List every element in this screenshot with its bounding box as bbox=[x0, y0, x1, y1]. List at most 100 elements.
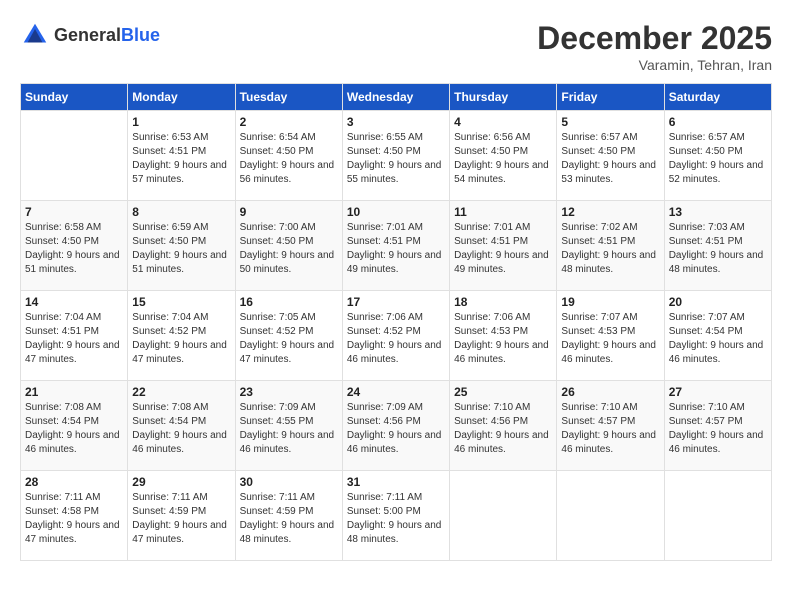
day-number: 10 bbox=[347, 205, 445, 219]
calendar-week-row: 14Sunrise: 7:04 AMSunset: 4:51 PMDayligh… bbox=[21, 291, 772, 381]
day-info: Sunrise: 6:55 AMSunset: 4:50 PMDaylight:… bbox=[347, 131, 445, 187]
calendar-day-cell bbox=[557, 471, 664, 561]
calendar-day-cell: 9 Sunrise: 7:00 AMSunset: 4:50 PMDaylight… bbox=[235, 201, 342, 291]
day-info: Sunrise: 7:08 AMSunset: 4:54 PMDaylight:… bbox=[132, 401, 230, 457]
day-number: 21 bbox=[25, 385, 123, 399]
day-info: Sunrise: 7:11 AMSunset: 4:58 PMDaylight:… bbox=[25, 491, 123, 547]
weekday-header: Wednesday bbox=[342, 84, 449, 111]
calendar-day-cell bbox=[21, 111, 128, 201]
calendar-header: SundayMondayTuesdayWednesdayThursdayFrid… bbox=[21, 84, 772, 111]
calendar-day-cell: 22Sunrise: 7:08 AMSunset: 4:54 PMDayligh… bbox=[128, 381, 235, 471]
day-info: Sunrise: 6:53 AMSunset: 4:51 PMDaylight:… bbox=[132, 131, 230, 187]
calendar-day-cell: 25 Sunrise: 7:10 AMSunset: 4:56 PMDayligh… bbox=[450, 381, 557, 471]
month-title: December 2025 bbox=[537, 20, 772, 57]
day-info: Sunrise: 7:10 AMSunset: 4:57 PMDaylight:… bbox=[561, 401, 659, 457]
title-section: December 2025 Varamin, Tehran, Iran bbox=[537, 20, 772, 73]
day-number: 26 bbox=[561, 385, 659, 399]
calendar-week-row: 1Sunrise: 6:53 AMSunset: 4:51 PMDaylight… bbox=[21, 111, 772, 201]
day-info: Sunrise: 7:11 AMSunset: 4:59 PMDaylight:… bbox=[132, 491, 230, 547]
calendar-week-row: 28 Sunrise: 7:11 AMSunset: 4:58 PMDayligh… bbox=[21, 471, 772, 561]
day-number: 11 bbox=[454, 205, 552, 219]
calendar-day-cell: 30 Sunrise: 7:11 AMSunset: 4:59 PMDayligh… bbox=[235, 471, 342, 561]
day-number: 16 bbox=[240, 295, 338, 309]
calendar-day-cell: 10 Sunrise: 7:01 AMSunset: 4:51 PMDayligh… bbox=[342, 201, 449, 291]
day-info: Sunrise: 7:08 AMSunset: 4:54 PMDaylight:… bbox=[25, 401, 123, 457]
weekday-header: Thursday bbox=[450, 84, 557, 111]
day-info: Sunrise: 6:57 AMSunset: 4:50 PMDaylight:… bbox=[561, 131, 659, 187]
logo-blue-text: Blue bbox=[121, 25, 160, 45]
day-info: Sunrise: 7:10 AMSunset: 4:57 PMDaylight:… bbox=[669, 401, 767, 457]
calendar-table: SundayMondayTuesdayWednesdayThursdayFrid… bbox=[20, 83, 772, 561]
day-info: Sunrise: 7:10 AMSunset: 4:56 PMDaylight:… bbox=[454, 401, 552, 457]
calendar-day-cell: 17 Sunrise: 7:06 AMSunset: 4:52 PMDayligh… bbox=[342, 291, 449, 381]
calendar-day-cell: 18Sunrise: 7:06 AMSunset: 4:53 PMDayligh… bbox=[450, 291, 557, 381]
calendar-day-cell: 11Sunrise: 7:01 AMSunset: 4:51 PMDayligh… bbox=[450, 201, 557, 291]
day-info: Sunrise: 7:02 AMSunset: 4:51 PMDaylight:… bbox=[561, 221, 659, 277]
day-number: 28 bbox=[25, 475, 123, 489]
calendar-day-cell: 14Sunrise: 7:04 AMSunset: 4:51 PMDayligh… bbox=[21, 291, 128, 381]
calendar-day-cell: 3Sunrise: 6:55 AMSunset: 4:50 PMDaylight… bbox=[342, 111, 449, 201]
day-info: Sunrise: 7:07 AMSunset: 4:54 PMDaylight:… bbox=[669, 311, 767, 367]
day-number: 17 bbox=[347, 295, 445, 309]
weekday-header: Monday bbox=[128, 84, 235, 111]
calendar-day-cell: 13Sunrise: 7:03 AMSunset: 4:51 PMDayligh… bbox=[664, 201, 771, 291]
calendar-day-cell: 23Sunrise: 7:09 AMSunset: 4:55 PMDayligh… bbox=[235, 381, 342, 471]
calendar-day-cell: 2 Sunrise: 6:54 AMSunset: 4:50 PMDaylight… bbox=[235, 111, 342, 201]
calendar-day-cell: 4Sunrise: 6:56 AMSunset: 4:50 PMDaylight… bbox=[450, 111, 557, 201]
day-info: Sunrise: 7:09 AMSunset: 4:56 PMDaylight:… bbox=[347, 401, 445, 457]
day-info: Sunrise: 6:58 AMSunset: 4:50 PMDaylight:… bbox=[25, 221, 123, 277]
calendar-day-cell bbox=[450, 471, 557, 561]
day-number: 14 bbox=[25, 295, 123, 309]
calendar-week-row: 7 Sunrise: 6:58 AMSunset: 4:50 PMDaylight… bbox=[21, 201, 772, 291]
day-number: 29 bbox=[132, 475, 230, 489]
day-info: Sunrise: 7:06 AMSunset: 4:52 PMDaylight:… bbox=[347, 311, 445, 367]
calendar-day-cell bbox=[664, 471, 771, 561]
calendar-day-cell: 27Sunrise: 7:10 AMSunset: 4:57 PMDayligh… bbox=[664, 381, 771, 471]
day-info: Sunrise: 7:06 AMSunset: 4:53 PMDaylight:… bbox=[454, 311, 552, 367]
calendar-day-cell: 19Sunrise: 7:07 AMSunset: 4:53 PMDayligh… bbox=[557, 291, 664, 381]
day-info: Sunrise: 7:00 AMSunset: 4:50 PMDaylight:… bbox=[240, 221, 338, 277]
weekday-header: Sunday bbox=[21, 84, 128, 111]
calendar-day-cell: 7 Sunrise: 6:58 AMSunset: 4:50 PMDaylight… bbox=[21, 201, 128, 291]
day-number: 6 bbox=[669, 115, 767, 129]
weekday-header: Friday bbox=[557, 84, 664, 111]
logo-general-text: General bbox=[54, 25, 121, 45]
day-info: Sunrise: 7:11 AMSunset: 5:00 PMDaylight:… bbox=[347, 491, 445, 547]
calendar-week-row: 21 Sunrise: 7:08 AMSunset: 4:54 PMDayligh… bbox=[21, 381, 772, 471]
calendar-day-cell: 1Sunrise: 6:53 AMSunset: 4:51 PMDaylight… bbox=[128, 111, 235, 201]
day-number: 15 bbox=[132, 295, 230, 309]
weekday-header: Tuesday bbox=[235, 84, 342, 111]
day-number: 24 bbox=[347, 385, 445, 399]
day-info: Sunrise: 7:11 AMSunset: 4:59 PMDaylight:… bbox=[240, 491, 338, 547]
day-number: 4 bbox=[454, 115, 552, 129]
calendar-day-cell: 15 Sunrise: 7:04 AMSunset: 4:52 PMDayligh… bbox=[128, 291, 235, 381]
day-number: 12 bbox=[561, 205, 659, 219]
day-number: 5 bbox=[561, 115, 659, 129]
day-number: 23 bbox=[240, 385, 338, 399]
day-info: Sunrise: 6:54 AMSunset: 4:50 PMDaylight:… bbox=[240, 131, 338, 187]
weekday-header: Saturday bbox=[664, 84, 771, 111]
day-number: 25 bbox=[454, 385, 552, 399]
page-header: GeneralBlue December 2025 Varamin, Tehra… bbox=[20, 20, 772, 73]
calendar-day-cell: 16Sunrise: 7:05 AMSunset: 4:52 PMDayligh… bbox=[235, 291, 342, 381]
day-number: 9 bbox=[240, 205, 338, 219]
calendar-day-cell: 24 Sunrise: 7:09 AMSunset: 4:56 PMDayligh… bbox=[342, 381, 449, 471]
calendar-day-cell: 12 Sunrise: 7:02 AMSunset: 4:51 PMDayligh… bbox=[557, 201, 664, 291]
day-number: 2 bbox=[240, 115, 338, 129]
calendar-day-cell: 21 Sunrise: 7:08 AMSunset: 4:54 PMDayligh… bbox=[21, 381, 128, 471]
day-info: Sunrise: 7:03 AMSunset: 4:51 PMDaylight:… bbox=[669, 221, 767, 277]
calendar-day-cell: 28 Sunrise: 7:11 AMSunset: 4:58 PMDayligh… bbox=[21, 471, 128, 561]
calendar-body: 1Sunrise: 6:53 AMSunset: 4:51 PMDaylight… bbox=[21, 111, 772, 561]
logo-icon bbox=[20, 20, 50, 50]
day-number: 30 bbox=[240, 475, 338, 489]
day-info: Sunrise: 7:04 AMSunset: 4:52 PMDaylight:… bbox=[132, 311, 230, 367]
logo: GeneralBlue bbox=[20, 20, 160, 50]
calendar-day-cell: 6 Sunrise: 6:57 AMSunset: 4:50 PMDaylight… bbox=[664, 111, 771, 201]
calendar-day-cell: 8Sunrise: 6:59 AMSunset: 4:50 PMDaylight… bbox=[128, 201, 235, 291]
calendar-day-cell: 5 Sunrise: 6:57 AMSunset: 4:50 PMDaylight… bbox=[557, 111, 664, 201]
calendar-day-cell: 20Sunrise: 7:07 AMSunset: 4:54 PMDayligh… bbox=[664, 291, 771, 381]
location-text: Varamin, Tehran, Iran bbox=[537, 57, 772, 73]
day-info: Sunrise: 6:57 AMSunset: 4:50 PMDaylight:… bbox=[669, 131, 767, 187]
day-info: Sunrise: 7:01 AMSunset: 4:51 PMDaylight:… bbox=[347, 221, 445, 277]
day-number: 7 bbox=[25, 205, 123, 219]
